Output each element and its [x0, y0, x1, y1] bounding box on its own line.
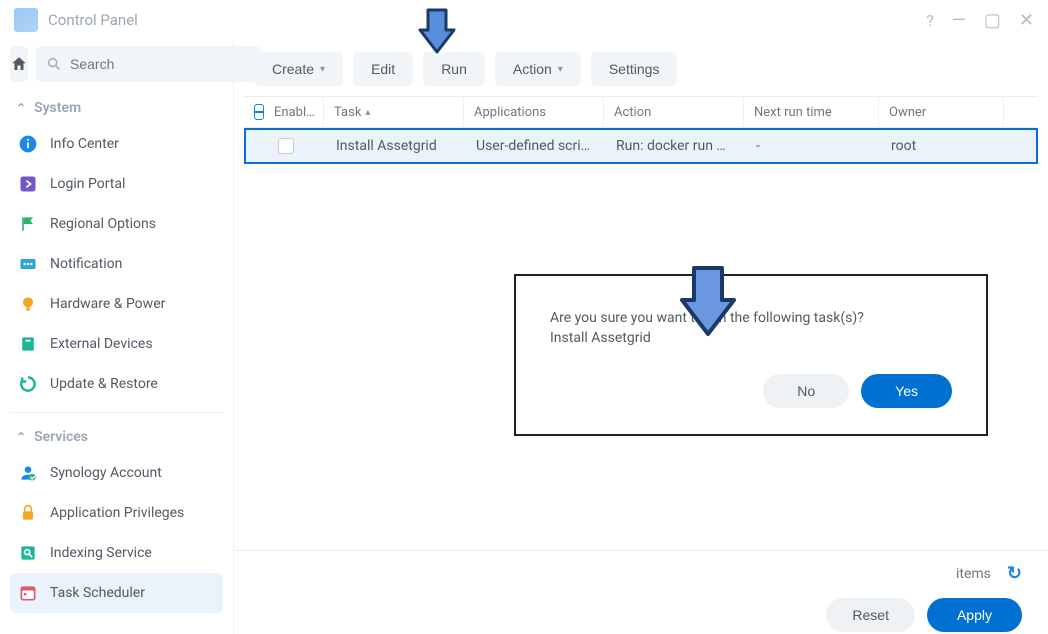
help-icon[interactable]: ? [926, 11, 934, 30]
items-label: items [956, 566, 991, 582]
sidebar-item-label: Hardware & Power [50, 296, 165, 312]
button-label: Settings [609, 61, 660, 77]
main-panel: Create ▾ Edit Run Action ▾ Settings Enabl…… [234, 40, 1048, 634]
sidebar-item-indexing-service[interactable]: Indexing Service [10, 533, 223, 573]
dialog-message: Are you sure you want to run the followi… [550, 310, 952, 326]
sidebar-item-label: Application Privileges [50, 505, 184, 521]
annotation-arrow-run [414, 4, 460, 56]
sidebar-item-hardware-power[interactable]: Hardware & Power [10, 284, 223, 324]
sidebar-item-label: Notification [50, 256, 122, 272]
index-icon [18, 543, 38, 563]
cell-applications: User-defined scri… [466, 130, 606, 162]
sidebar-item-label: Indexing Service [50, 545, 152, 561]
edit-button[interactable]: Edit [353, 52, 413, 86]
table-row[interactable]: Install Assetgrid User-defined scri… Run… [244, 128, 1038, 164]
button-label: Create [272, 61, 314, 77]
search-input[interactable] [70, 56, 251, 72]
sidebar-item-label: External Devices [50, 336, 153, 352]
sidebar-item-info-center[interactable]: Info Center [10, 124, 223, 164]
cell-owner: root [881, 130, 1006, 162]
cell-task: Install Assetgrid [326, 130, 466, 162]
yes-button[interactable]: Yes [861, 374, 952, 408]
sidebar-item-application-privileges[interactable]: Application Privileges [10, 493, 223, 533]
maximize-icon[interactable]: ▢ [984, 10, 1001, 31]
account-icon [18, 463, 38, 483]
sidebar-item-task-scheduler[interactable]: Task Scheduler [10, 573, 223, 613]
search-icon [46, 56, 62, 72]
home-icon [10, 55, 28, 73]
section-label: Services [34, 429, 88, 445]
chevron-up-icon: ⌃ [16, 430, 26, 444]
sidebar: ⌃ System Info Center Login Portal Region… [0, 40, 234, 634]
checkbox[interactable] [278, 138, 294, 154]
button-label: Action [513, 61, 552, 77]
settings-button[interactable]: Settings [591, 52, 678, 86]
window-title: Control Panel [48, 11, 138, 29]
chevron-up-icon: ⌃ [16, 101, 26, 115]
row-checkbox-cell[interactable] [246, 130, 326, 162]
sidebar-item-label: Regional Options [50, 216, 156, 232]
toolbar: Create ▾ Edit Run Action ▾ Settings [234, 40, 1048, 96]
sort-asc-icon: ▴ [365, 107, 370, 118]
sidebar-item-synology-account[interactable]: Synology Account [10, 453, 223, 493]
partial-check-icon[interactable] [254, 104, 264, 120]
calendar-icon [18, 583, 38, 603]
caret-down-icon: ▾ [320, 64, 325, 75]
notification-icon [18, 254, 38, 274]
sidebar-item-external-devices[interactable]: External Devices [10, 324, 223, 364]
th-enabled[interactable]: Enabl… [244, 97, 324, 127]
th-action[interactable]: Action [604, 97, 744, 127]
external-icon [18, 334, 38, 354]
section-label: System [34, 100, 81, 116]
titlebar: Control Panel ? — ▢ ✕ [0, 0, 1048, 40]
section-services[interactable]: ⌃ Services [10, 421, 223, 453]
th-task[interactable]: Task▴ [324, 97, 464, 127]
sidebar-item-update-restore[interactable]: Update & Restore [10, 364, 223, 404]
search-input-wrap[interactable] [36, 46, 261, 82]
sidebar-item-login-portal[interactable]: Login Portal [10, 164, 223, 204]
annotation-arrow-yes [672, 258, 744, 340]
close-icon[interactable]: ✕ [1019, 10, 1034, 31]
run-button[interactable]: Run [423, 52, 485, 86]
caret-down-icon: ▾ [558, 64, 563, 75]
cell-next-run: - [746, 130, 881, 162]
app-icon [14, 8, 38, 32]
confirm-dialog: Are you sure you want to run the followi… [514, 274, 988, 436]
dialog-task-name: Install Assetgrid [550, 330, 952, 346]
table-header: Enabl… Task▴ Applications Action Next ru… [244, 96, 1038, 128]
sidebar-item-label: Task Scheduler [50, 585, 145, 601]
action-button[interactable]: Action ▾ [495, 52, 581, 86]
button-label: Run [441, 61, 467, 77]
lock-icon [18, 503, 38, 523]
footer: items ↻ Reset Apply [234, 550, 1048, 634]
th-owner[interactable]: Owner [879, 97, 1004, 127]
sidebar-item-notification[interactable]: Notification [10, 244, 223, 284]
update-icon [18, 374, 38, 394]
section-system[interactable]: ⌃ System [10, 92, 223, 124]
minimize-icon[interactable]: — [952, 10, 966, 31]
th-next-run[interactable]: Next run time [744, 97, 879, 127]
sidebar-item-label: Info Center [50, 136, 119, 152]
info-icon [18, 134, 38, 154]
sidebar-item-label: Update & Restore [50, 376, 158, 392]
refresh-icon[interactable]: ↻ [1007, 563, 1022, 584]
th-applications[interactable]: Applications [464, 97, 604, 127]
sidebar-item-regional-options[interactable]: Regional Options [10, 204, 223, 244]
sidebar-item-label: Synology Account [50, 465, 162, 481]
button-label: Edit [371, 61, 395, 77]
home-button[interactable] [10, 46, 28, 82]
sidebar-item-label: Login Portal [50, 176, 125, 192]
apply-button[interactable]: Apply [927, 598, 1022, 632]
create-button[interactable]: Create ▾ [254, 52, 343, 86]
reset-button[interactable]: Reset [826, 598, 915, 632]
bulb-icon [18, 294, 38, 314]
no-button[interactable]: No [763, 374, 849, 408]
cell-action: Run: docker run … [606, 130, 746, 162]
portal-icon [18, 174, 38, 194]
flag-icon [18, 214, 38, 234]
